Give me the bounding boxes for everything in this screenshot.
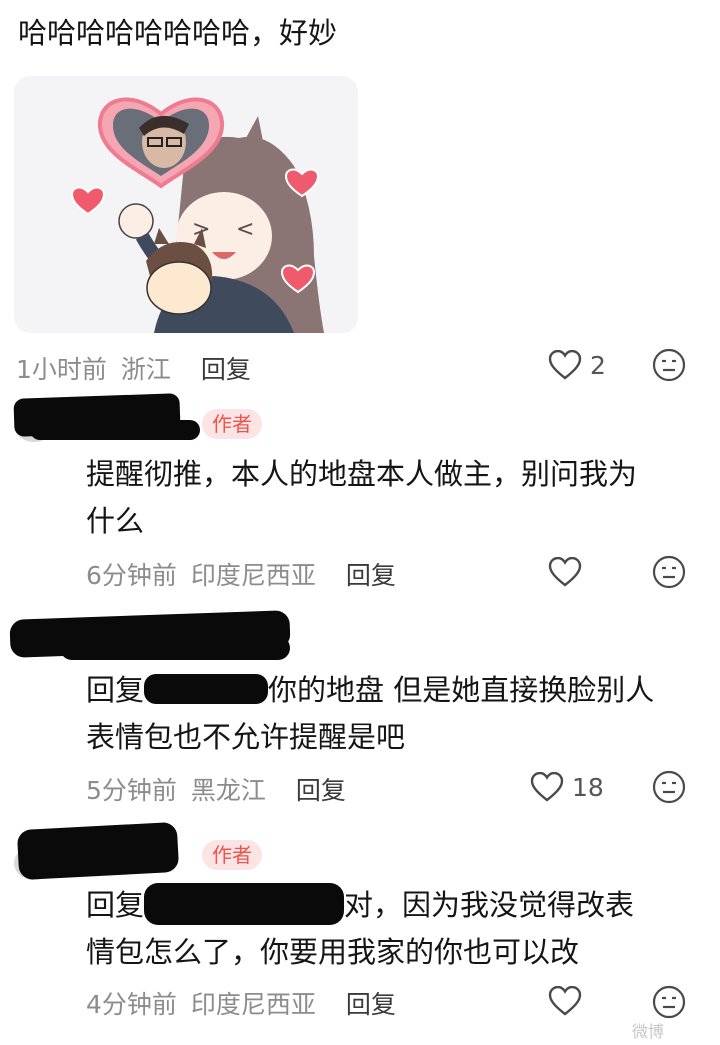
heart-outline-icon [548, 556, 582, 587]
reply-button[interactable]: 回复 [346, 990, 396, 1019]
redacted-username [16, 821, 180, 881]
redacted-mention [144, 674, 269, 704]
reply-text-line1: 提醒彻推，本人的地盘本人做主，别问我为 [86, 457, 638, 491]
reply-location: 黑龙江 [190, 776, 266, 805]
reply-prefix: 回复 [86, 673, 145, 707]
sticker-illustration: > < [70, 97, 324, 333]
reply-text-line2: 什么 [86, 504, 145, 538]
reaction-button[interactable] [652, 348, 686, 386]
reply-text-line1: 回复 你的地盘 但是她直接换脸别人 [86, 667, 654, 714]
like-button[interactable]: 2 [548, 350, 606, 380]
like-count: 2 [590, 350, 606, 380]
reply-text: 对，因为我没觉得改表 [344, 888, 635, 922]
like-button[interactable] [548, 556, 582, 591]
like-button[interactable]: 18 [530, 772, 604, 802]
neutral-face-icon [652, 348, 686, 382]
comment-time: 1小时前 [16, 355, 107, 384]
reply-time: 5分钟前 [86, 776, 177, 805]
reaction-button[interactable] [652, 555, 686, 593]
reply-text: 你的地盘 但是她直接换脸别人 [268, 673, 655, 707]
watermark: 微博 [632, 1022, 665, 1041]
top-comment-text: 哈哈哈哈哈哈哈哈，好妙 [18, 16, 338, 50]
reply-prefix: 回复 [86, 888, 145, 922]
reply-button[interactable]: 回复 [201, 355, 251, 384]
reply-button[interactable]: 回复 [296, 776, 346, 805]
reply-time: 6分钟前 [86, 561, 177, 590]
reply-location: 印度尼西亚 [190, 990, 316, 1019]
neutral-face-icon [652, 985, 686, 1019]
redacted-mention [144, 883, 345, 925]
neutral-face-icon [652, 770, 686, 804]
like-button[interactable] [548, 985, 582, 1020]
reply-time: 4分钟前 [86, 990, 177, 1019]
reaction-button[interactable] [652, 770, 686, 808]
author-badge: 作者 [202, 840, 262, 870]
redacted-username-mark [30, 420, 200, 440]
reply-text-line1: 回复 对，因为我没觉得改表 [86, 882, 634, 929]
reply-text-line2: 表情包也不允许提醒是吧 [86, 720, 406, 754]
reply-button[interactable]: 回复 [346, 561, 396, 590]
sticker-image[interactable]: > < [14, 76, 358, 333]
reply-location: 印度尼西亚 [190, 561, 316, 590]
svg-text:<: < [236, 217, 254, 242]
author-badge: 作者 [202, 409, 262, 439]
reply-text-line2: 情包怎么了，你要用我家的你也可以改 [86, 935, 580, 969]
neutral-face-icon [652, 555, 686, 589]
comment-location: 浙江 [120, 355, 171, 384]
redacted-username-mark [60, 636, 290, 660]
like-count: 18 [572, 772, 604, 802]
heart-outline-icon [548, 350, 582, 380]
heart-outline-icon [530, 772, 564, 802]
heart-outline-icon [548, 985, 582, 1016]
